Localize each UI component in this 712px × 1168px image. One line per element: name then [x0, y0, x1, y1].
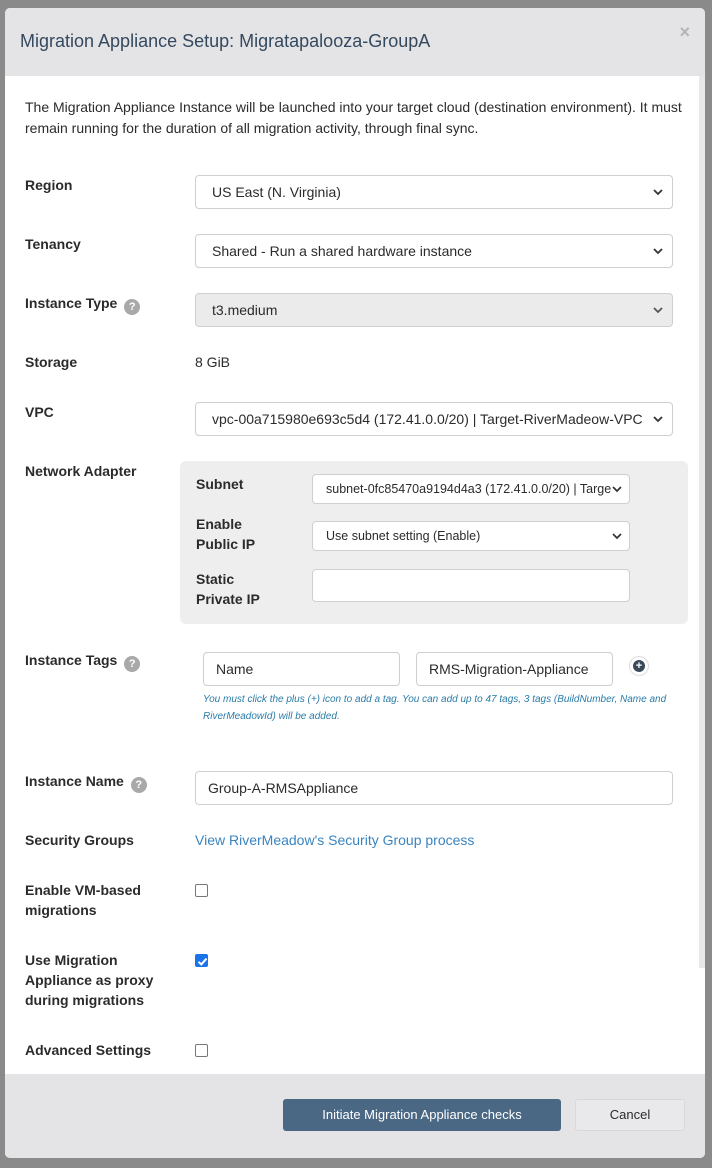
public-ip-label-line2: Public IP: [196, 536, 256, 552]
static-ip-label-line2: Private IP: [196, 591, 260, 607]
chevron-down-icon: [612, 533, 622, 540]
storage-value: 8 GiB: [195, 354, 231, 370]
instance-type-select: t3.medium: [195, 293, 673, 327]
vpc-value: vpc-00a715980e693c5d4 (172.41.0.0/20) | …: [212, 411, 643, 427]
migration-appliance-setup-modal: Migration Appliance Setup: Migratapalooz…: [5, 8, 705, 1158]
static-private-ip-input[interactable]: [312, 569, 630, 602]
modal-header: Migration Appliance Setup: Migratapalooz…: [5, 8, 705, 76]
tenancy-label: Tenancy: [25, 236, 81, 252]
modal-title: Migration Appliance Setup: Migratapalooz…: [20, 31, 431, 51]
scrollbar[interactable]: [699, 76, 705, 968]
instance-type-label-text: Instance Type: [25, 295, 118, 311]
plus-circle-icon: +: [633, 660, 645, 672]
proxy-label-line1: Use Migration: [25, 952, 118, 968]
tag-help-note: You must click the plus (+) icon to add …: [203, 694, 667, 722]
chevron-down-icon: [612, 486, 622, 493]
instance-tags-label-text: Instance Tags: [25, 652, 118, 668]
region-value: US East (N. Virginia): [212, 184, 341, 200]
subnet-value: subnet-0fc85470a9194d4a3 (172.41.0.0/20)…: [326, 482, 612, 496]
instance-name-label-text: Instance Name: [25, 773, 124, 789]
static-ip-label-line1: Static: [196, 571, 235, 587]
public-ip-select[interactable]: Use subnet setting (Enable): [312, 521, 630, 551]
close-button[interactable]: ×: [679, 22, 690, 43]
vpc-label: VPC: [25, 404, 54, 420]
tenancy-select[interactable]: Shared - Run a shared hardware instance: [195, 234, 673, 268]
proxy-label-line3: during migrations: [25, 992, 144, 1008]
tag-value-input[interactable]: RMS-Migration-Appliance: [416, 652, 613, 686]
static-ip-label: Static Private IP: [196, 569, 260, 609]
intro-text: The Migration Appliance Instance will be…: [25, 99, 682, 136]
instance-type-value: t3.medium: [212, 302, 278, 318]
proxy-label: Use Migration Appliance as proxy during …: [25, 950, 153, 1010]
chevron-down-icon: [653, 189, 663, 196]
vm-migrations-label-line1: Enable VM-based: [25, 882, 141, 898]
public-ip-value: Use subnet setting (Enable): [326, 529, 481, 543]
security-group-process-link[interactable]: View RiverMeadow's Security Group proces…: [195, 832, 474, 848]
tenancy-value: Shared - Run a shared hardware instance: [212, 243, 472, 259]
question-circle-icon[interactable]: ?: [124, 656, 141, 672]
storage-label: Storage: [25, 354, 78, 370]
modal-footer: Initiate Migration Appliance checks Canc…: [5, 1074, 705, 1158]
question-circle-icon[interactable]: ?: [130, 777, 147, 793]
advanced-settings-checkbox[interactable]: [195, 1044, 208, 1057]
initiate-checks-button[interactable]: Initiate Migration Appliance checks: [283, 1099, 561, 1131]
proxy-checkbox[interactable]: [195, 954, 208, 967]
subnet-label: Subnet: [196, 476, 244, 492]
network-adapter-panel: Subnet subnet-0fc85470a9194d4a3 (172.41.…: [180, 461, 688, 624]
public-ip-label: Enable Public IP: [196, 514, 255, 554]
tag-key-input[interactable]: Name: [203, 652, 400, 686]
security-groups-label: Security Groups: [25, 832, 134, 848]
instance-tags-label: Instance Tags ?: [25, 650, 141, 672]
vm-migrations-checkbox[interactable]: [195, 884, 208, 897]
proxy-label-line2: Appliance as proxy: [25, 972, 154, 988]
vm-migrations-label-line2: migrations: [25, 902, 97, 918]
advanced-settings-label: Advanced Settings: [25, 1042, 152, 1058]
chevron-down-icon: [653, 307, 663, 314]
vm-migrations-label: Enable VM-based migrations: [25, 880, 141, 920]
instance-type-label: Instance Type ?: [25, 293, 141, 315]
chevron-down-icon: [653, 248, 663, 255]
modal-body: The Migration Appliance Instance will be…: [5, 76, 705, 1074]
region-select[interactable]: US East (N. Virginia): [195, 175, 673, 209]
add-tag-button[interactable]: +: [629, 656, 649, 676]
public-ip-label-line1: Enable: [196, 516, 242, 532]
instance-name-input[interactable]: Group-A-RMSAppliance: [195, 771, 673, 805]
subnet-select[interactable]: subnet-0fc85470a9194d4a3 (172.41.0.0/20)…: [312, 474, 630, 504]
vpc-select[interactable]: vpc-00a715980e693c5d4 (172.41.0.0/20) | …: [195, 402, 673, 436]
region-label: Region: [25, 177, 73, 193]
chevron-down-icon: [653, 416, 663, 423]
cancel-button[interactable]: Cancel: [575, 1099, 685, 1131]
checkmark-icon: [197, 957, 208, 966]
question-circle-icon[interactable]: ?: [124, 299, 141, 315]
instance-name-label: Instance Name ?: [25, 771, 147, 793]
network-adapter-label: Network Adapter: [25, 463, 137, 479]
